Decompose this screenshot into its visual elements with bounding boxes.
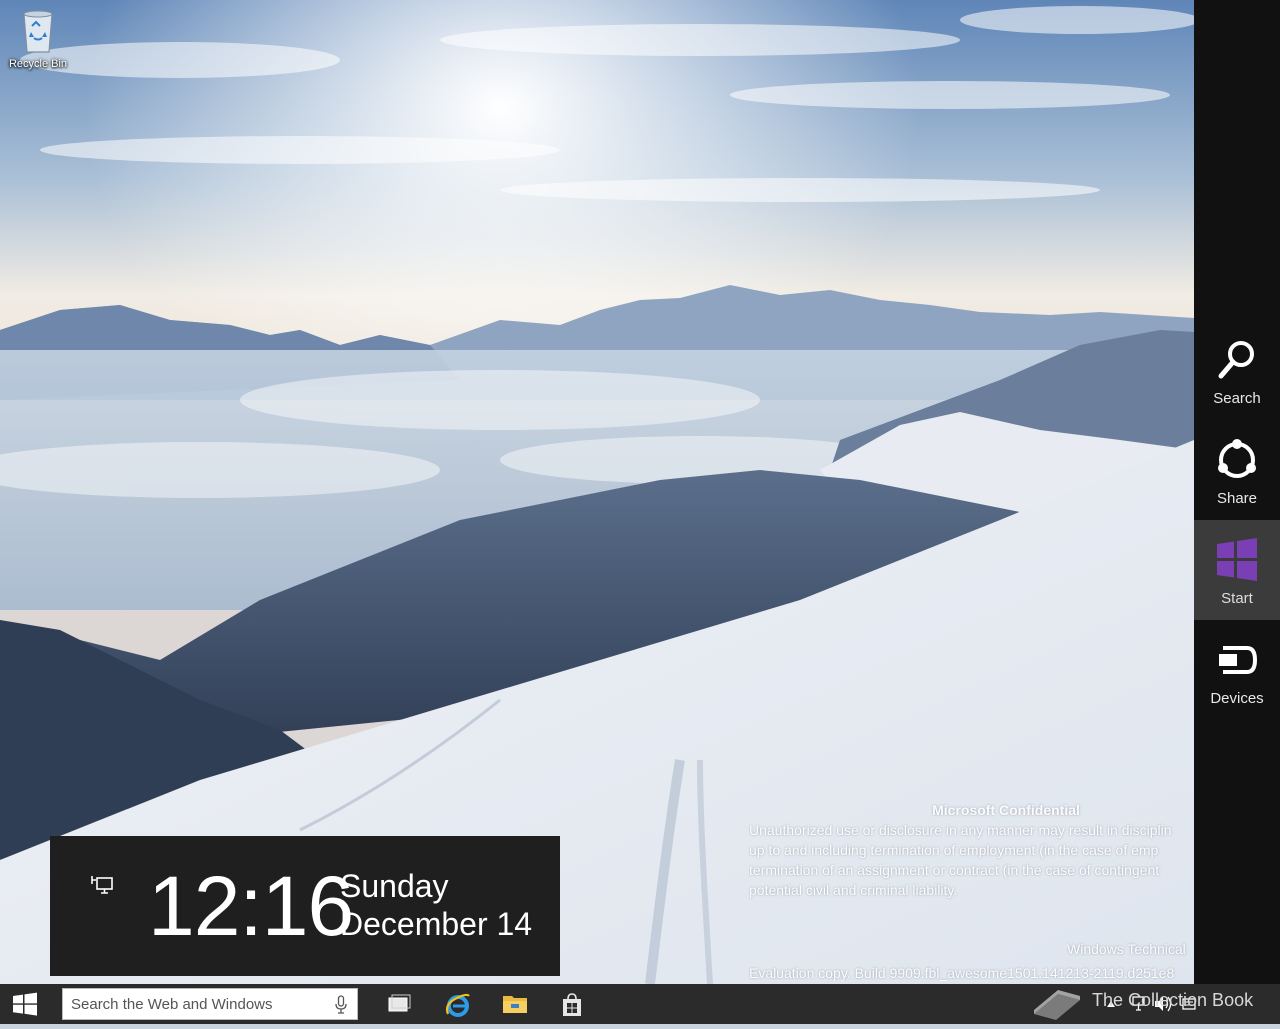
network-icon	[90, 874, 114, 898]
taskbar-search-box[interactable]	[62, 988, 358, 1020]
confidential-watermark: Microsoft Confidential Unauthorized use …	[749, 800, 1194, 900]
charm-start[interactable]: Start	[1194, 520, 1280, 620]
charm-label: Start	[1221, 590, 1253, 607]
windows-logo-icon	[1213, 536, 1261, 584]
devices-icon	[1213, 636, 1261, 684]
recycle-bin-icon	[18, 6, 58, 54]
watermark-line: Unauthorized use or disclosure in any ma…	[749, 822, 1172, 838]
store-icon	[563, 993, 581, 1016]
taskbar-internet-explorer[interactable]	[433, 984, 481, 1024]
charms-bar: Search Share Start Devices	[1194, 0, 1280, 984]
branding-text: The Collection Book	[1092, 990, 1254, 1010]
watermark-line: up to and including termination of emplo…	[749, 842, 1159, 858]
charm-label: Share	[1216, 490, 1258, 507]
ie-icon	[445, 993, 470, 1017]
branding-overlay: The Collection Book	[1030, 984, 1280, 1024]
watermark-edition: Windows Technical	[1067, 941, 1186, 957]
charm-share[interactable]: Share	[1194, 420, 1280, 520]
microphone-icon[interactable]	[335, 995, 347, 1015]
book-icon	[1034, 990, 1080, 1020]
clock-date: December 14	[340, 906, 533, 942]
folder-icon	[503, 996, 527, 1013]
share-icon	[1213, 436, 1261, 484]
taskbar-store[interactable]	[548, 984, 596, 1024]
watermark-build: Evaluation copy. Build 9909.fbl_awesome1…	[749, 965, 1175, 981]
search-icon	[1213, 336, 1261, 384]
charm-devices[interactable]: Devices	[1194, 620, 1280, 720]
desktop-icon-recycle-bin[interactable]: Recycle Bin	[4, 6, 72, 70]
search-input[interactable]	[63, 989, 321, 1019]
task-view-icon	[388, 994, 411, 1012]
watermark-line: potential civil and criminal liability.	[749, 882, 958, 898]
clock-flyout: 12:16 Sunday December 14	[50, 836, 560, 976]
watermark-line: termination of an assignment or contract…	[749, 862, 1160, 878]
charm-search[interactable]: Search	[1194, 320, 1280, 420]
start-button[interactable]	[0, 984, 50, 1024]
clock-time: 12:16	[148, 859, 354, 953]
charm-label: Devices	[1210, 690, 1264, 707]
clock-day: Sunday	[340, 868, 449, 904]
charm-label: Search	[1213, 390, 1261, 407]
taskbar-task-view[interactable]	[375, 984, 423, 1024]
taskbar-file-explorer[interactable]	[490, 984, 538, 1024]
watermark-title: Microsoft Confidential	[932, 802, 1080, 818]
desktop-icon-label: Recycle Bin	[8, 58, 68, 70]
windows-logo-icon	[13, 992, 37, 1016]
